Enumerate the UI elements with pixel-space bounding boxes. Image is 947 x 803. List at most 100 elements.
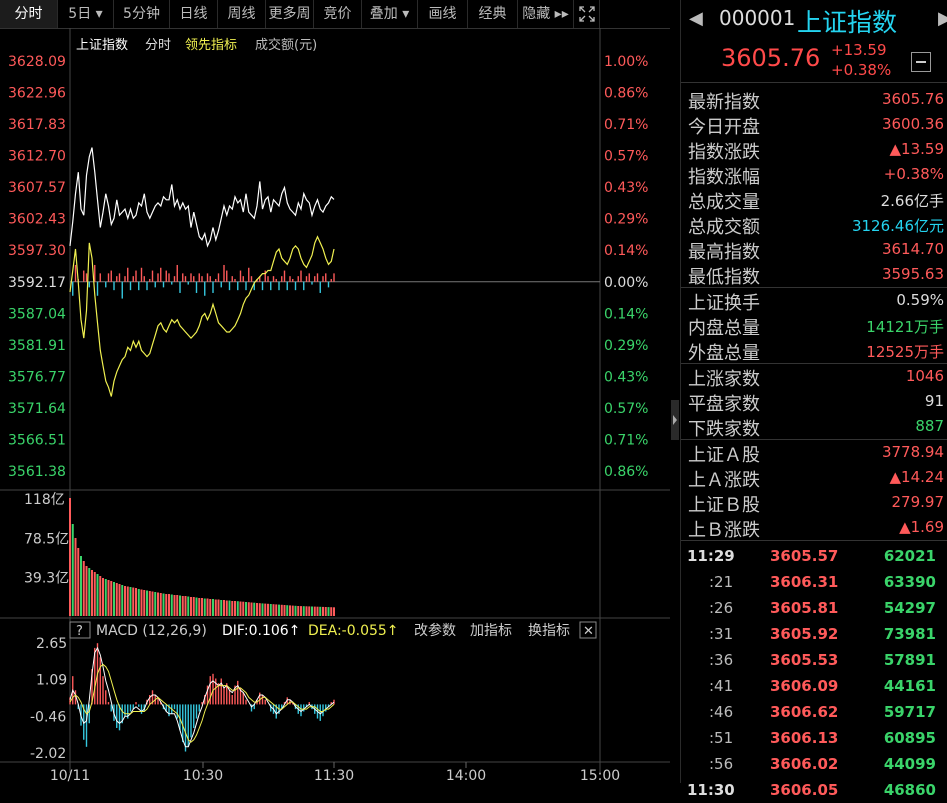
- y-tick-price: 3587.04: [8, 306, 66, 322]
- volume-bar: [82, 561, 85, 616]
- volume-bar: [170, 594, 173, 616]
- x-tick-label: 10/11: [50, 768, 90, 783]
- fullscreen-icon[interactable]: [574, 0, 600, 28]
- volume-bar: [280, 604, 283, 616]
- volume-bar: [140, 589, 143, 616]
- volume-bar: [165, 594, 168, 616]
- y-tick-price: 3607.57: [8, 180, 66, 196]
- stat-label: 平盘家数: [688, 394, 760, 415]
- tick-time: :41: [709, 677, 734, 695]
- stat-label: 外盘总量: [688, 343, 760, 364]
- tick-row: :31 3605.92 73981: [681, 621, 947, 647]
- stat-label: 总成交量: [688, 192, 760, 213]
- volume-bar: [168, 594, 170, 616]
- stat-row: 平盘家数 91: [681, 389, 947, 415]
- toolbar-item-7[interactable]: 叠加 ▾: [362, 0, 418, 28]
- tick-volume: 73981: [883, 625, 936, 643]
- volume-bar: [203, 598, 206, 616]
- y-tick-volume: 78.5亿: [24, 531, 69, 547]
- tick-price: 3605.57: [770, 547, 839, 565]
- volume-bar: [236, 601, 239, 616]
- volume-bar: [305, 606, 308, 616]
- y-tick-percent: 0.14%: [604, 306, 648, 322]
- volume-bar: [80, 556, 82, 616]
- tick-volume: 44099: [883, 755, 936, 773]
- toolbar-item-10[interactable]: 隐藏 ▸▸: [518, 0, 574, 28]
- stat-label: 今日开盘: [688, 117, 760, 138]
- y-tick-percent: 1.00%: [604, 54, 648, 70]
- tick-volume: 60895: [883, 729, 936, 747]
- volume-bar: [99, 576, 102, 616]
- volume-bar: [146, 590, 148, 616]
- prev-arrow-icon[interactable]: ◀: [689, 8, 703, 29]
- y-tick-price: 3581.91: [8, 338, 66, 354]
- stat-value: ▲1.69: [899, 518, 944, 536]
- close-icon: ✕: [583, 624, 594, 639]
- collapse-handle[interactable]: [671, 400, 679, 440]
- stat-label: 指数涨幅: [688, 167, 760, 188]
- toolbar-item-2[interactable]: 5分钟: [114, 0, 170, 28]
- volume-bar: [267, 603, 269, 616]
- y-tick-percent: 0.43%: [604, 180, 648, 196]
- edit-params-button[interactable]: 改参数: [414, 622, 456, 639]
- stat-value: 279.97: [891, 493, 945, 511]
- stat-value: 887: [915, 417, 944, 435]
- tick-time: 11:30: [687, 781, 735, 799]
- stat-row: 指数涨跌 ▲13.59: [681, 137, 947, 163]
- stat-group-3: 上证Ａ股 3778.94 上Ａ涨跌 ▲14.24 上证Ｂ股 279.97 上Ｂ涨跌 ▲1.69: [681, 439, 947, 541]
- tick-price: 3606.02: [770, 755, 839, 773]
- stat-row: 上Ｂ涨跌 ▲1.69: [681, 515, 947, 541]
- stat-row: 内盘总量 14121万手: [681, 313, 947, 339]
- volume-bar: [176, 595, 179, 616]
- tick-price: 3605.53: [770, 651, 839, 669]
- tick-time: :51: [709, 729, 734, 747]
- x-tick-label: 10:30: [183, 768, 223, 783]
- tick-list: 11:29 3605.57 62021:21 3606.31 63390:26 3605.…: [681, 540, 947, 803]
- y-tick-macd: -2.02: [30, 746, 66, 762]
- legend-label: 上证指数: [76, 38, 128, 53]
- toolbar-item-4[interactable]: 周线: [218, 0, 266, 28]
- tick-time: :56: [709, 755, 734, 773]
- tick-volume: 46860: [883, 781, 936, 799]
- volume-bar: [316, 606, 319, 616]
- y-tick-percent: 0.57%: [604, 149, 648, 165]
- y-tick-volume: 118亿: [24, 492, 65, 508]
- volume-bar: [124, 586, 126, 616]
- next-arrow-icon[interactable]: ▶: [938, 8, 947, 29]
- volume-bar: [198, 598, 201, 616]
- volume-bar: [220, 600, 223, 616]
- volume-bar: [313, 606, 316, 616]
- switch-indicator-button[interactable]: 换指标: [528, 622, 570, 639]
- volume-bar: [126, 586, 129, 616]
- stat-row: 指数涨幅 +0.38%: [681, 162, 947, 188]
- minimize-button[interactable]: [911, 52, 931, 72]
- intraday-chart[interactable]: 上证指数 分时 领先指标 成交额(元) 3628.09 1.00% 3622.96 0.86%…: [0, 28, 670, 784]
- x-tick-label: 15:00: [580, 768, 620, 783]
- y-tick-percent: 0.57%: [604, 401, 648, 417]
- volume-bar: [181, 596, 184, 616]
- toolbar-item-6[interactable]: 竞价: [314, 0, 362, 28]
- stat-value: 1046: [905, 367, 944, 385]
- toolbar-item-0[interactable]: 分时: [0, 0, 58, 28]
- stat-label: 上涨家数: [688, 369, 760, 390]
- x-tick-label: 14:00: [446, 768, 486, 783]
- volume-bar: [302, 606, 305, 616]
- stat-value: 3605.76: [881, 90, 944, 108]
- volume-bar: [250, 602, 253, 616]
- toolbar-item-1[interactable]: 5日 ▾: [58, 0, 114, 28]
- stat-row: 外盘总量 12525万手: [681, 338, 947, 364]
- stat-value: ▲14.24: [889, 468, 944, 486]
- current-price: 3605.76: [721, 44, 821, 72]
- add-indicator-button[interactable]: 加指标: [470, 623, 512, 639]
- volume-bar: [102, 578, 104, 616]
- y-tick-macd: 1.09: [36, 673, 67, 689]
- tick-row: :26 3605.81 54297: [681, 595, 947, 621]
- period-toolbar: 分时 5日 ▾ 5分钟 日线 周线 更多周 竞价 叠加 ▾ 画线 经典 隐藏 ▸▸: [0, 0, 670, 29]
- stat-value: 91: [924, 392, 944, 410]
- y-tick-percent: 0.86%: [604, 86, 648, 102]
- toolbar-item-9[interactable]: 经典: [468, 0, 518, 28]
- toolbar-item-8[interactable]: 画线: [418, 0, 468, 28]
- toolbar-item-3[interactable]: 日线: [170, 0, 218, 28]
- toolbar-item-5[interactable]: 更多周: [266, 0, 314, 28]
- volume-bar: [319, 606, 322, 616]
